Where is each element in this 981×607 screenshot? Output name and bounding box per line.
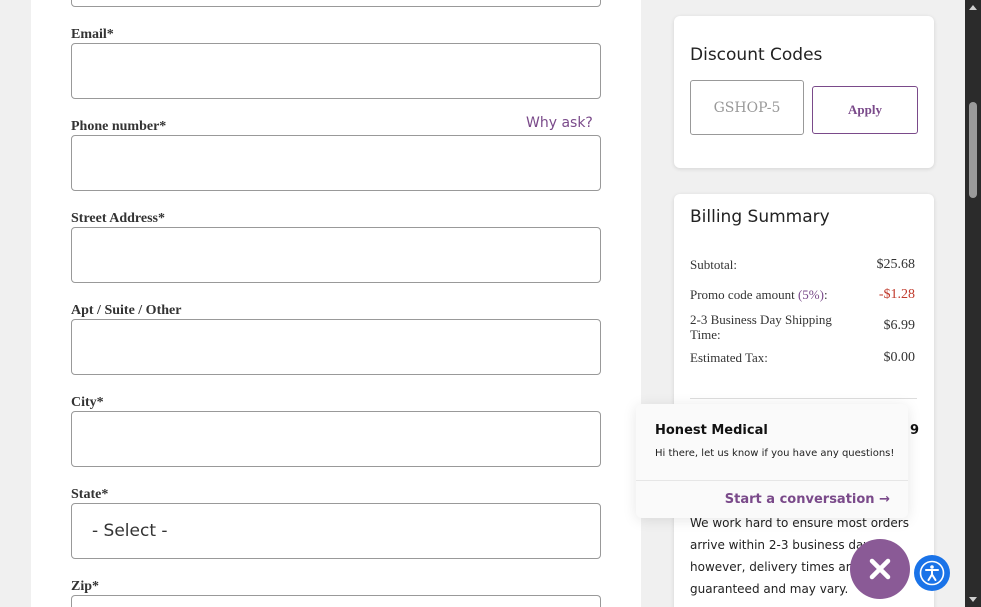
promo-colon: : <box>823 287 828 302</box>
apt-label: Apt / Suite / Other <box>71 303 182 318</box>
why-ask-link[interactable]: Why ask? <box>526 115 593 131</box>
subtotal-value: $25.68 <box>876 257 916 272</box>
promo-percent: (5%) <box>797 287 824 302</box>
promo-value: -$1.28 <box>878 287 915 302</box>
zip-label: Zip* <box>71 579 100 594</box>
scroll-thumb[interactable] <box>969 102 977 198</box>
email-label: Email* <box>71 27 114 42</box>
discount-code-input[interactable]: GSHOP-5 <box>690 80 804 135</box>
city-label: City* <box>71 395 104 410</box>
promo-row: Promo code amount (5%): -$1.28 <box>690 287 915 303</box>
billing-title: Billing Summary <box>690 207 830 227</box>
start-conversation-label: Start a conversation <box>724 492 875 507</box>
phone-label: Phone number* <box>71 119 167 134</box>
chat-message: Hi there, let us know if you have any qu… <box>655 448 895 459</box>
city-field[interactable] <box>71 411 601 467</box>
close-icon <box>869 558 891 580</box>
zip-field[interactable] <box>71 595 601 607</box>
billing-divider <box>690 398 917 399</box>
discount-title: Discount Codes <box>690 45 823 65</box>
page-scrollbar[interactable] <box>965 0 981 607</box>
chat-unread-count: 9 <box>910 423 920 438</box>
subtotal-row: Subtotal: $25.68 <box>690 257 915 273</box>
state-select[interactable]: - Select - <box>71 503 601 559</box>
apply-button-label: Apply <box>848 102 882 117</box>
previous-field-input[interactable] <box>71 0 601 7</box>
discount-codes-card: Discount Codes GSHOP-5 Apply <box>674 16 934 168</box>
tax-row: Estimated Tax: $0.00 <box>690 350 915 366</box>
start-conversation-link[interactable]: Start a conversation → <box>725 492 890 507</box>
promo-label: Promo code amount <box>690 287 795 302</box>
apply-button[interactable]: Apply <box>812 86 918 134</box>
promo-label-group: Promo code amount (5%): <box>690 287 828 302</box>
arrow-right-icon: → <box>879 492 890 507</box>
street-label: Street Address* <box>71 211 165 226</box>
subtotal-label: Subtotal: <box>690 257 737 272</box>
state-select-value: - Select - <box>92 521 168 541</box>
accessibility-button[interactable] <box>914 555 950 591</box>
apt-field[interactable] <box>71 319 601 375</box>
discount-code-placeholder: GSHOP-5 <box>713 99 781 116</box>
shipping-value: $6.99 <box>883 318 916 333</box>
street-field[interactable] <box>71 227 601 283</box>
chat-popup[interactable]: Honest Medical Hi there, let us know if … <box>636 404 908 518</box>
phone-field[interactable] <box>71 135 601 191</box>
tax-label: Estimated Tax: <box>690 350 768 365</box>
shipping-row: 2-3 Business Day Shipping Time: $6.99 <box>690 312 915 342</box>
scroll-down-arrow-icon[interactable] <box>965 593 981 607</box>
chat-divider <box>636 480 908 481</box>
scroll-up-arrow-icon[interactable] <box>965 0 981 14</box>
tax-value: $0.00 <box>883 350 916 365</box>
shipping-label: 2-3 Business Day Shipping Time: <box>690 312 832 342</box>
email-field[interactable] <box>71 43 601 99</box>
chat-company-name: Honest Medical <box>655 423 768 438</box>
state-label: State* <box>71 487 109 502</box>
accessibility-icon <box>919 560 945 586</box>
close-chat-button[interactable] <box>850 539 910 599</box>
